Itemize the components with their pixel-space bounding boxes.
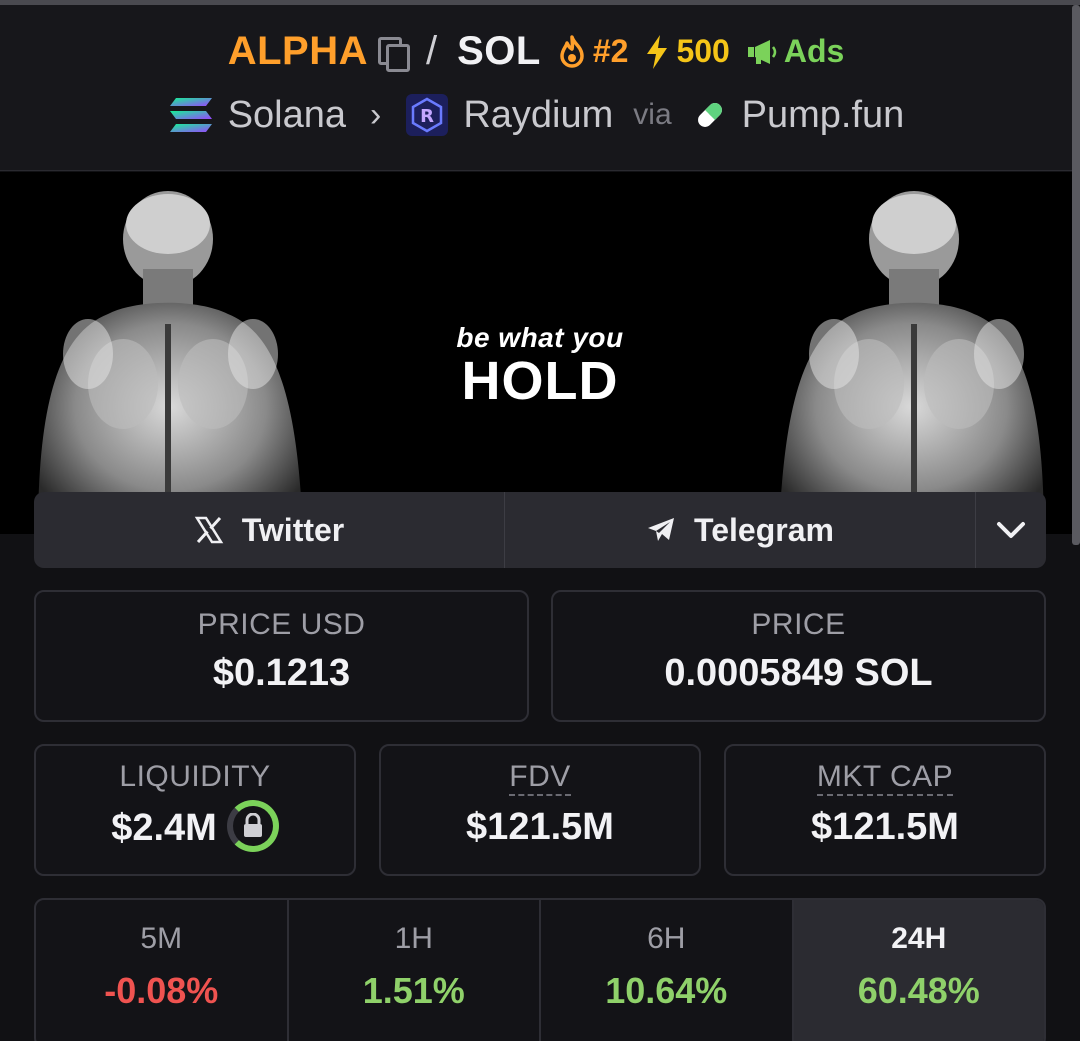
fdv-label-wrap: FDV	[381, 760, 699, 796]
fdv-card: FDV $121.5M	[379, 744, 701, 876]
change-period-label: 24H	[891, 922, 947, 955]
fdv-label[interactable]: FDV	[509, 760, 571, 796]
price-change-tabs: 5M -0.08% 1H 1.51% 6H 10.64% 24H 60.48%	[34, 898, 1046, 1041]
chevron-right-icon: ›	[370, 95, 382, 134]
change-value: -0.08%	[104, 970, 219, 1011]
market-cap-label[interactable]: MKT CAP	[816, 760, 954, 796]
trending-rank: #2	[592, 33, 629, 69]
price-native-value: 0.0005849 SOL	[664, 652, 933, 694]
price-usd-card: PRICE USD $0.1213	[34, 590, 529, 722]
solana-icon	[169, 98, 212, 132]
x-icon	[194, 516, 223, 544]
change-period-label: 1H	[394, 922, 433, 955]
liquidity-lock-indicator[interactable]	[226, 800, 279, 852]
statue-image-left	[38, 191, 303, 534]
liquidity-label: LIQUIDITY	[119, 760, 271, 793]
boost-badge[interactable]: 500	[644, 33, 730, 70]
trending-badge[interactable]: #2	[557, 33, 629, 70]
change-period-label: 6H	[647, 922, 686, 955]
telegram-icon	[648, 518, 675, 541]
tagline-small: be what you	[456, 322, 624, 353]
boost-count: 500	[676, 33, 730, 69]
change-tab-5m[interactable]: 5M -0.08%	[36, 900, 289, 1041]
change-value: 60.48%	[857, 970, 980, 1011]
lock-icon	[243, 813, 262, 837]
liquidity-card: LIQUIDITY $2.4M	[34, 744, 356, 876]
price-usd-label: PRICE USD	[197, 608, 366, 641]
svg-text:R: R	[420, 106, 434, 127]
banner-tagline: be what you HOLD	[440, 322, 640, 408]
statue-image-right	[779, 191, 1044, 534]
copy-icon[interactable]	[376, 35, 410, 72]
lightning-icon	[647, 34, 668, 69]
price-usd-value: $0.1213	[212, 652, 351, 694]
chain-link[interactable]: Solana	[228, 94, 346, 137]
pair-title-row: ALPHA / SOL #2 500 Ads	[0, 29, 1072, 74]
change-tab-1h[interactable]: 1H 1.51%	[289, 900, 541, 1041]
social-links-bar: Twitter Telegram	[34, 492, 1046, 568]
liquidity-value: $2.4M	[111, 807, 217, 850]
fire-icon	[560, 34, 584, 68]
price-native-label: PRICE	[751, 608, 846, 641]
token-banner-image: be what you HOLD	[0, 172, 1072, 534]
change-period-label: 5M	[140, 922, 183, 955]
liquidity-value-row: $2.4M	[36, 800, 354, 856]
more-socials-button[interactable]	[976, 492, 1046, 568]
change-value: 10.64%	[605, 970, 728, 1011]
change-value: 1.51%	[362, 970, 465, 1011]
chevron-down-icon	[997, 522, 1025, 538]
via-label: via	[633, 98, 672, 131]
telegram-button[interactable]: Telegram	[505, 492, 976, 568]
market-cap-value: $121.5M	[811, 806, 959, 848]
telegram-label: Telegram	[694, 511, 834, 548]
twitter-label: Twitter	[241, 511, 345, 548]
pill-icon	[697, 103, 722, 127]
change-tab-24h[interactable]: 24H 60.48%	[793, 900, 1044, 1041]
base-symbol: ALPHA	[227, 29, 368, 73]
dex-link[interactable]: Raydium	[463, 94, 613, 137]
megaphone-icon	[747, 39, 777, 64]
ads-badge[interactable]: Ads	[746, 33, 844, 70]
launchpad-link[interactable]: Pump.fun	[742, 94, 905, 137]
pair-separator: /	[425, 29, 438, 73]
fdv-value: $121.5M	[466, 806, 614, 848]
pair-header: ALPHA / SOL #2 500 Ads Solana › R Raydiu…	[0, 5, 1072, 171]
twitter-button[interactable]: Twitter	[34, 492, 505, 568]
route-breadcrumb: Solana › R Raydium via Pump.fun	[0, 93, 1072, 137]
quote-symbol: SOL	[457, 29, 541, 73]
scrollbar[interactable]	[1072, 5, 1080, 545]
market-cap-label-wrap: MKT CAP	[726, 760, 1044, 796]
price-native-card: PRICE 0.0005849 SOL	[551, 590, 1046, 722]
change-tab-6h[interactable]: 6H 10.64%	[541, 900, 794, 1041]
raydium-icon: R	[406, 94, 449, 136]
tagline-big: HOLD	[461, 351, 619, 411]
ads-label: Ads	[783, 33, 845, 69]
market-cap-card: MKT CAP $121.5M	[724, 744, 1046, 876]
